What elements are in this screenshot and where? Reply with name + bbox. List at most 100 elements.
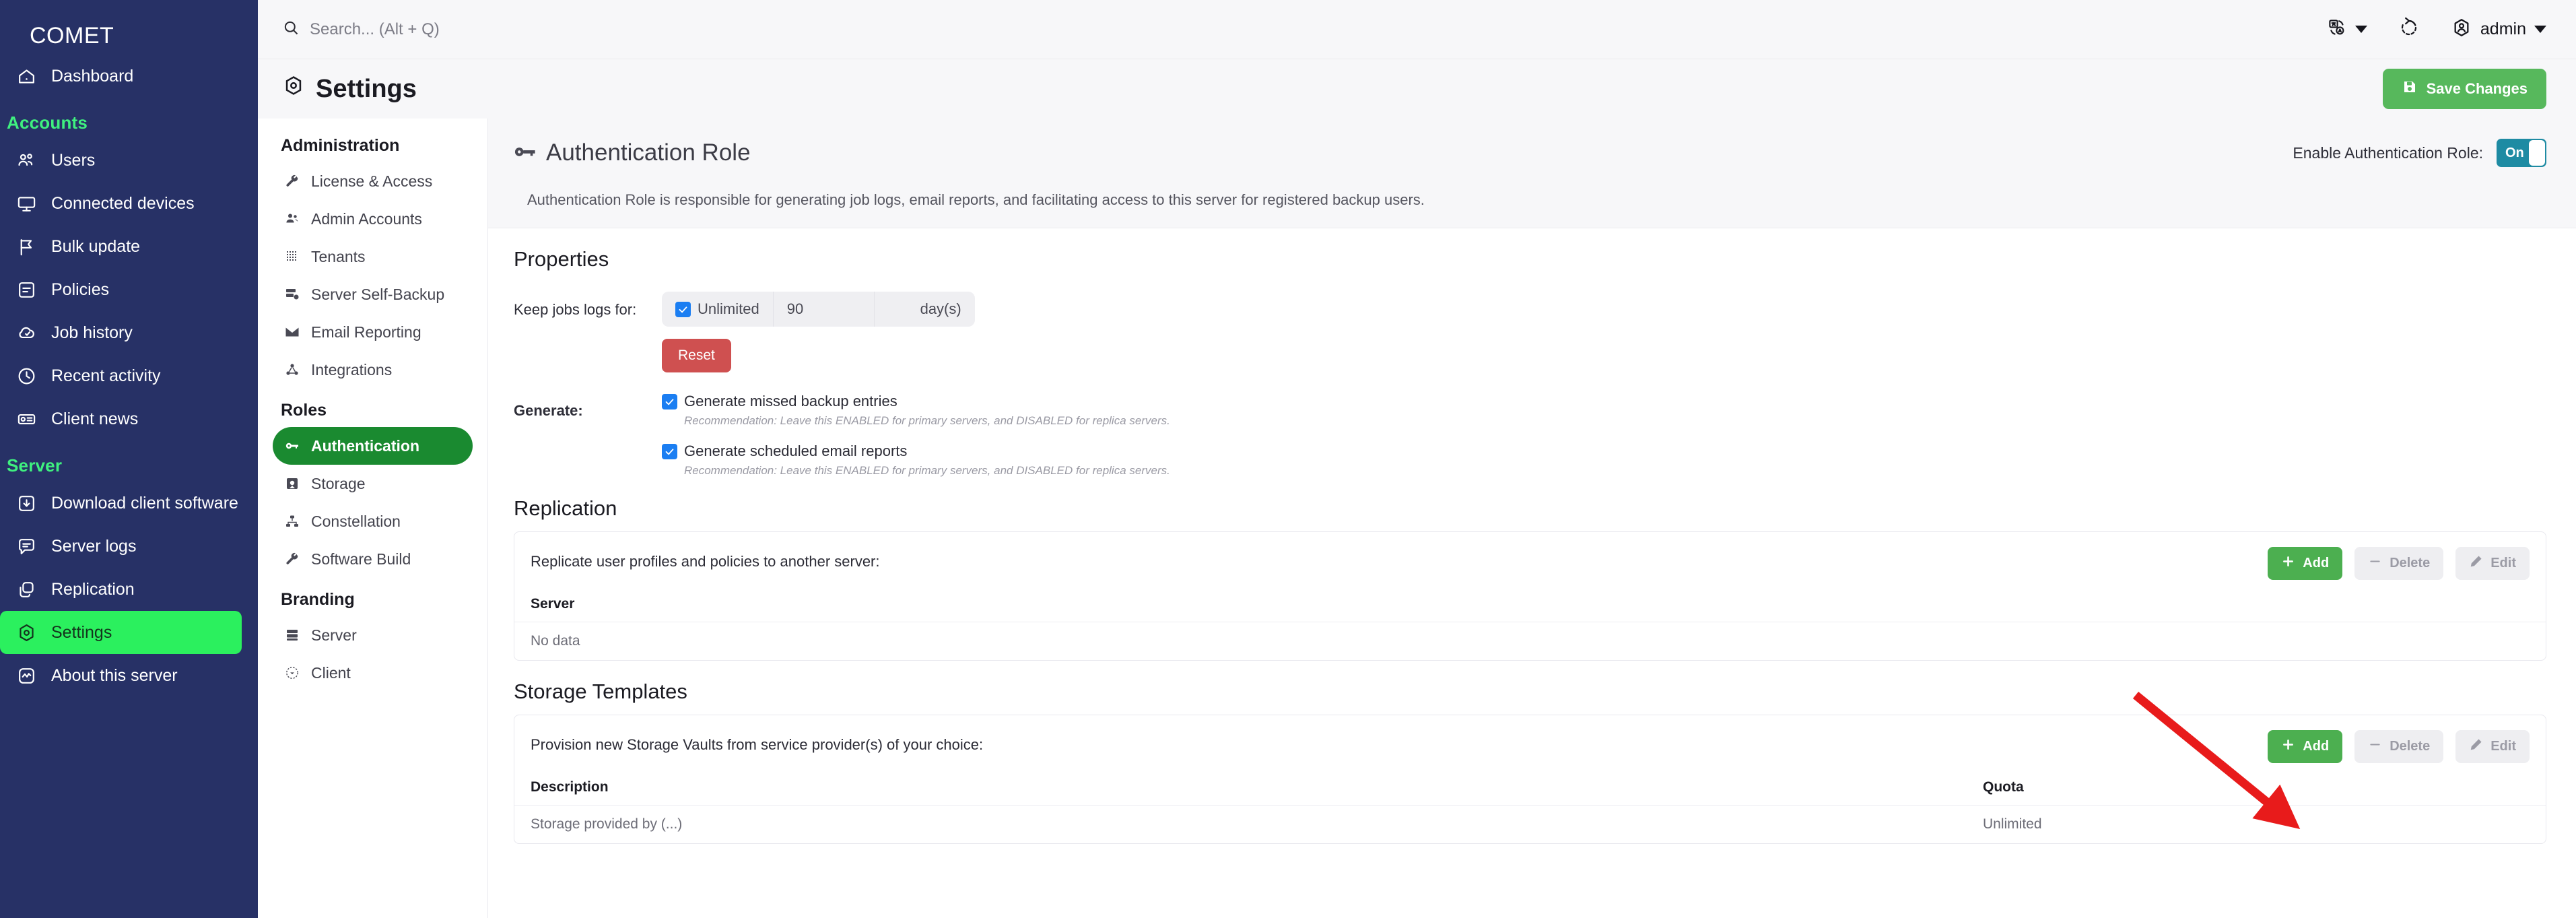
sidebar-item-bulk-update[interactable]: Bulk update — [0, 225, 239, 268]
sidebar-item-label: Policies — [51, 280, 110, 299]
settings-item-tenants[interactable]: Tenants — [273, 238, 473, 275]
settings-item-branding-server[interactable]: Server — [273, 616, 473, 654]
cell-description: Storage provided by (...) — [531, 816, 683, 832]
settings-item-authentication[interactable]: Authentication — [273, 427, 473, 465]
sidebar-item-recent-activity[interactable]: Recent activity — [0, 354, 239, 397]
replication-edit-button[interactable]: Edit — [2455, 547, 2530, 580]
settings-item-server-self-backup[interactable]: Server Self-Backup — [273, 275, 473, 313]
generate-option-hint: Recommendation: Leave this ENABLED for p… — [684, 464, 1170, 477]
sidebar-item-about-this-server[interactable]: About this server — [0, 654, 239, 697]
clock-icon — [15, 364, 38, 387]
pencil-icon — [2469, 554, 2483, 572]
settings-sidebar: Administration License & Access Admin Ac… — [258, 119, 488, 918]
replication-delete-label: Delete — [2389, 556, 2431, 570]
settings-item-label: Tenants — [311, 247, 366, 265]
column-header-quota: Quota — [1967, 773, 2546, 806]
sidebar-item-label: Job history — [51, 323, 133, 342]
sidebar-item-dashboard[interactable]: Dashboard — [0, 55, 239, 98]
floppy-disk-icon — [2402, 79, 2418, 99]
chevron-down-icon — [2534, 26, 2546, 33]
language-switch-button[interactable] — [2327, 18, 2367, 41]
replication-lead: Replicate user profiles and policies to … — [531, 553, 880, 570]
enable-authentication-role-toggle[interactable]: On — [2497, 139, 2546, 167]
replication-add-label: Add — [2303, 556, 2330, 570]
search-box[interactable] — [282, 19, 619, 40]
settings-item-license-access[interactable]: License & Access — [273, 162, 473, 200]
sidebar-item-label: Client news — [51, 409, 139, 428]
sidebar-item-users[interactable]: Users — [0, 139, 239, 182]
generate-option-hint: Recommendation: Leave this ENABLED for p… — [684, 414, 1170, 427]
generate-scheduled-email-reports-checkbox[interactable]: Generate scheduled email reports — [662, 442, 1170, 460]
refresh-button[interactable] — [2398, 17, 2420, 42]
document-icon — [15, 278, 38, 301]
reset-button[interactable]: Reset — [662, 339, 731, 372]
checkbox-checked-icon[interactable] — [662, 393, 677, 409]
sidebar-item-settings[interactable]: Settings — [0, 611, 242, 654]
storage-templates-add-button[interactable]: Add — [2268, 730, 2343, 763]
checkbox-checked-icon[interactable] — [662, 443, 677, 459]
sidebar-item-download-client-software[interactable]: Download client software — [0, 482, 239, 525]
keep-logs-control: Unlimited 90 day(s) — [662, 292, 975, 327]
table-row[interactable]: Storage provided by (...) Unlimited — [514, 806, 2546, 844]
cloud-check-icon — [15, 321, 38, 344]
sidebar-item-policies[interactable]: Policies — [0, 268, 239, 311]
download-icon — [15, 492, 38, 515]
sidebar-item-replication[interactable]: Replication — [0, 568, 239, 611]
storage-templates-section: Storage Templates Provision new Storage … — [488, 661, 2576, 844]
generate-missed-backup-entries-checkbox[interactable]: Generate missed backup entries — [662, 393, 1170, 410]
sidebar-item-connected-devices[interactable]: Connected devices — [0, 182, 239, 225]
storage-templates-edit-button[interactable]: Edit — [2455, 730, 2530, 763]
key-icon — [514, 139, 536, 166]
gear-hex-icon — [282, 74, 305, 104]
replication-delete-button[interactable]: Delete — [2354, 547, 2444, 580]
storage-templates-card: Provision new Storage Vaults from servic… — [514, 715, 2546, 844]
sidebar-item-label: Users — [51, 150, 96, 170]
brand-logo: COMET — [30, 23, 114, 48]
save-changes-label: Save Changes — [2426, 80, 2528, 97]
sidebar-item-label: Connected devices — [51, 193, 195, 213]
storage-templates-delete-label: Delete — [2389, 739, 2431, 754]
grid-dots-icon — [283, 249, 301, 265]
settings-item-integrations[interactable]: Integrations — [273, 351, 473, 389]
settings-item-software-build[interactable]: Software Build — [273, 540, 473, 578]
settings-item-admin-accounts[interactable]: Admin Accounts — [273, 200, 473, 238]
pulse-icon — [15, 664, 38, 687]
unlimited-checkbox-cell[interactable]: Unlimited — [662, 292, 773, 327]
sidebar-item-client-news[interactable]: Client news — [0, 397, 239, 440]
role-title: Authentication Role — [514, 139, 751, 166]
settings-item-constellation[interactable]: Constellation — [273, 502, 473, 540]
settings-item-storage[interactable]: Storage — [273, 465, 473, 502]
save-changes-button[interactable]: Save Changes — [2382, 69, 2546, 109]
search-icon — [282, 19, 300, 40]
settings-item-label: Software Build — [311, 550, 411, 568]
settings-group-roles: Roles — [281, 401, 327, 420]
settings-item-label: Admin Accounts — [311, 209, 422, 228]
settings-item-branding-client[interactable]: Client — [273, 654, 473, 692]
storage-templates-actions: Add Delete Edit — [2268, 730, 2530, 763]
pencil-icon — [2469, 737, 2483, 756]
plus-icon — [2281, 737, 2295, 756]
days-input[interactable]: 90 — [772, 292, 874, 327]
replication-empty-cell: No data — [531, 633, 580, 649]
page-title: Settings — [282, 74, 417, 104]
storage-templates-add-label: Add — [2303, 739, 2330, 754]
topbar: admin — [258, 0, 2576, 59]
settings-item-email-reporting[interactable]: Email Reporting — [273, 313, 473, 351]
storage-templates-delete-button[interactable]: Delete — [2354, 730, 2444, 763]
copy-icon — [15, 578, 38, 601]
toggle-knob — [2529, 140, 2545, 166]
cell-quota: Unlimited — [1983, 816, 2042, 832]
plus-icon — [2281, 554, 2295, 572]
storage-templates-title: Storage Templates — [514, 680, 687, 703]
settings-item-label: Server — [311, 626, 357, 644]
refresh-icon — [2398, 17, 2420, 42]
replication-add-button[interactable]: Add — [2268, 547, 2343, 580]
search-input[interactable] — [310, 20, 619, 39]
checkbox-checked-icon[interactable] — [675, 301, 691, 317]
user-menu-button[interactable]: admin — [2451, 17, 2546, 42]
replication-edit-label: Edit — [2490, 556, 2516, 570]
sidebar-item-server-logs[interactable]: Server logs — [0, 525, 239, 568]
client-download-icon — [283, 665, 301, 681]
sidebar-item-job-history[interactable]: Job history — [0, 311, 239, 354]
generate-option: Generate missed backup entries Recommend… — [662, 393, 1170, 428]
